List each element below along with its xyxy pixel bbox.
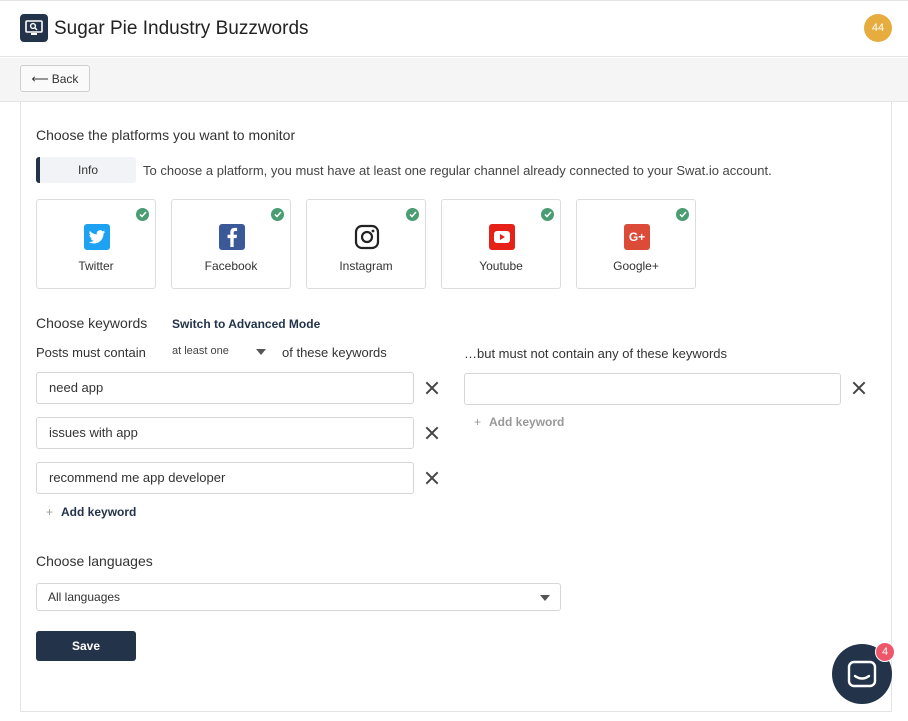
monitor-search-icon: [20, 14, 48, 42]
match-mode-value: at least one: [172, 345, 229, 357]
info-text: To choose a platform, you must have at l…: [143, 163, 772, 178]
languages-select-value: All languages: [48, 590, 121, 604]
chat-icon: [847, 660, 877, 688]
caret-down-icon: [540, 595, 550, 601]
top-bar: Sugar Pie Industry Buzzwords 44: [0, 0, 908, 57]
languages-select[interactable]: All languages: [36, 583, 561, 611]
platform-label: Youtube: [479, 259, 523, 273]
check-icon: [271, 208, 284, 221]
platform-label: Facebook: [204, 259, 258, 273]
advanced-mode-link[interactable]: Switch to Advanced Mode: [172, 317, 320, 331]
remove-keyword-icon[interactable]: [425, 381, 439, 395]
page-title: Sugar Pie Industry Buzzwords: [54, 18, 309, 39]
chat-unread-badge: 4: [875, 642, 895, 662]
platform-card-twitter[interactable]: Twitter: [36, 199, 156, 289]
save-button[interactable]: Save: [36, 631, 136, 661]
info-tag: Info: [36, 157, 136, 183]
back-button-label: Back: [51, 71, 79, 86]
platform-card-instagram[interactable]: Instagram: [306, 199, 426, 289]
settings-panel: [20, 102, 892, 712]
platforms-heading: Choose the platforms you want to monitor: [36, 127, 296, 143]
platform-label: Google+: [613, 259, 659, 273]
remove-keyword-icon[interactable]: [425, 471, 439, 485]
remove-keyword-icon[interactable]: [852, 381, 866, 395]
plus-icon: +: [46, 505, 54, 519]
instagram-icon: [354, 224, 380, 250]
youtube-icon: [489, 224, 515, 250]
platform-label: Instagram: [339, 259, 393, 273]
twitter-icon: [84, 224, 110, 250]
must-not-contain-label: …but must not contain any of these keywo…: [464, 346, 728, 361]
sub-toolbar: ⟵ Back: [0, 58, 908, 102]
caret-down-icon: [256, 349, 266, 355]
google-plus-icon: G+: [624, 224, 650, 250]
user-avatar-badge[interactable]: 44: [864, 14, 892, 42]
platform-label: Twitter: [78, 259, 114, 273]
remove-keyword-icon[interactable]: [425, 426, 439, 440]
check-icon: [541, 208, 554, 221]
add-include-keyword-link[interactable]: + Add keyword: [46, 505, 136, 519]
include-keyword-input[interactable]: recommend me app developer: [36, 462, 414, 494]
platform-card-google-plus[interactable]: G+ Google+: [576, 199, 696, 289]
add-exclude-keyword-link[interactable]: + Add keyword: [474, 415, 564, 429]
include-keyword-input[interactable]: issues with app: [36, 417, 414, 449]
keywords-heading: Choose keywords: [36, 315, 148, 331]
check-icon: [676, 208, 689, 221]
languages-heading: Choose languages: [36, 553, 153, 569]
add-keyword-label: Add keyword: [489, 415, 565, 429]
check-icon: [136, 208, 149, 221]
plus-icon: +: [474, 415, 482, 429]
must-contain-label: Posts must contain: [36, 345, 146, 360]
facebook-icon: [219, 224, 245, 250]
include-keyword-input[interactable]: need app: [36, 372, 414, 404]
check-icon: [406, 208, 419, 221]
exclude-keyword-input[interactable]: [464, 373, 841, 405]
arrow-left-icon: ⟵: [31, 71, 49, 86]
platform-card-youtube[interactable]: Youtube: [441, 199, 561, 289]
match-mode-select[interactable]: at least one: [172, 345, 267, 361]
must-contain-suffix: of these keywords: [282, 345, 387, 360]
platform-card-facebook[interactable]: Facebook: [171, 199, 291, 289]
back-button[interactable]: ⟵ Back: [20, 65, 90, 92]
add-keyword-label: Add keyword: [61, 505, 137, 519]
